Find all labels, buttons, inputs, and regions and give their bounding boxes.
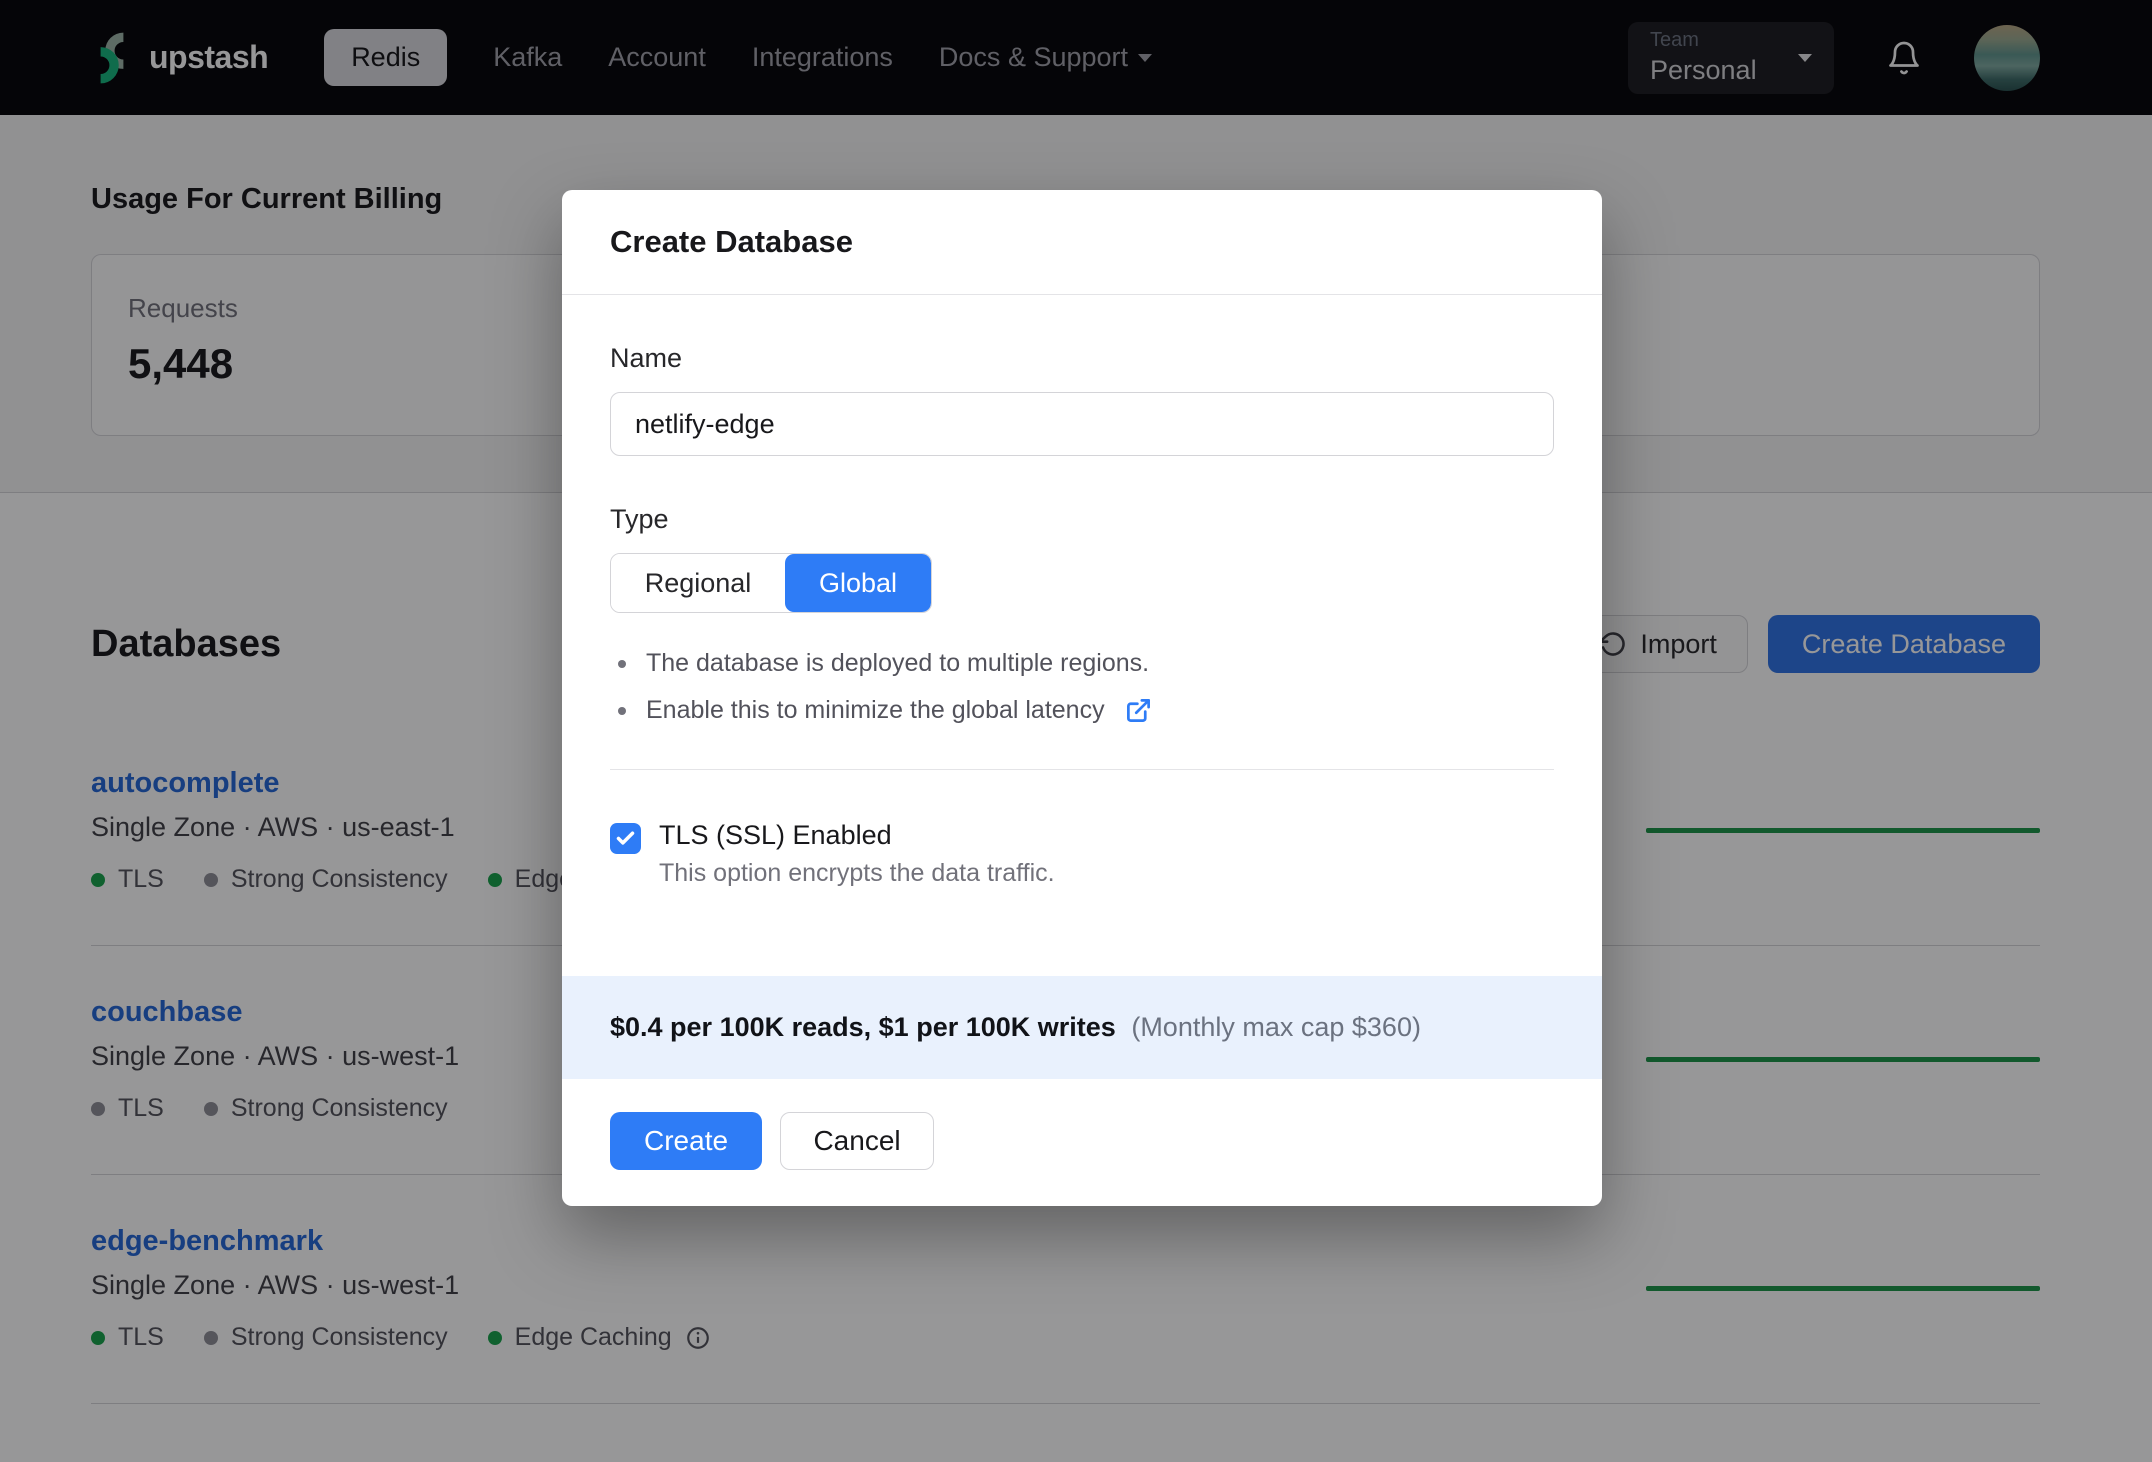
tls-checkbox-label[interactable]: TLS (SSL) Enabled [659,820,1055,851]
bullet-icon [618,659,626,668]
type-option-regional[interactable]: Regional [611,554,785,612]
cancel-button[interactable]: Cancel [780,1112,935,1170]
create-button[interactable]: Create [610,1112,763,1170]
bullet-icon [618,706,626,715]
tls-description: This option encrypts the data traffic. [659,859,1055,887]
type-field-label: Type [610,504,669,534]
tls-checkbox[interactable] [610,823,641,854]
pricing-banner: $0.4 per 100K reads, $1 per 100K writes … [562,976,1602,1079]
name-field-label: Name [610,343,683,373]
modal-title: Create Database [610,224,853,259]
pricing-cap-text: (Monthly max cap $360) [1131,1012,1421,1042]
check-icon [616,831,635,845]
create-database-modal: Create Database Name Type Regional Globa… [562,190,1602,1206]
database-name-input[interactable] [610,392,1554,456]
divider [610,769,1554,770]
type-option-global[interactable]: Global [785,554,931,612]
external-link-icon[interactable] [1125,697,1152,724]
type-segmented-control: Regional Global [610,553,932,613]
type-description-list: The database is deployed to multiple reg… [610,649,1554,725]
pricing-text: $0.4 per 100K reads, $1 per 100K writes [610,1012,1116,1042]
